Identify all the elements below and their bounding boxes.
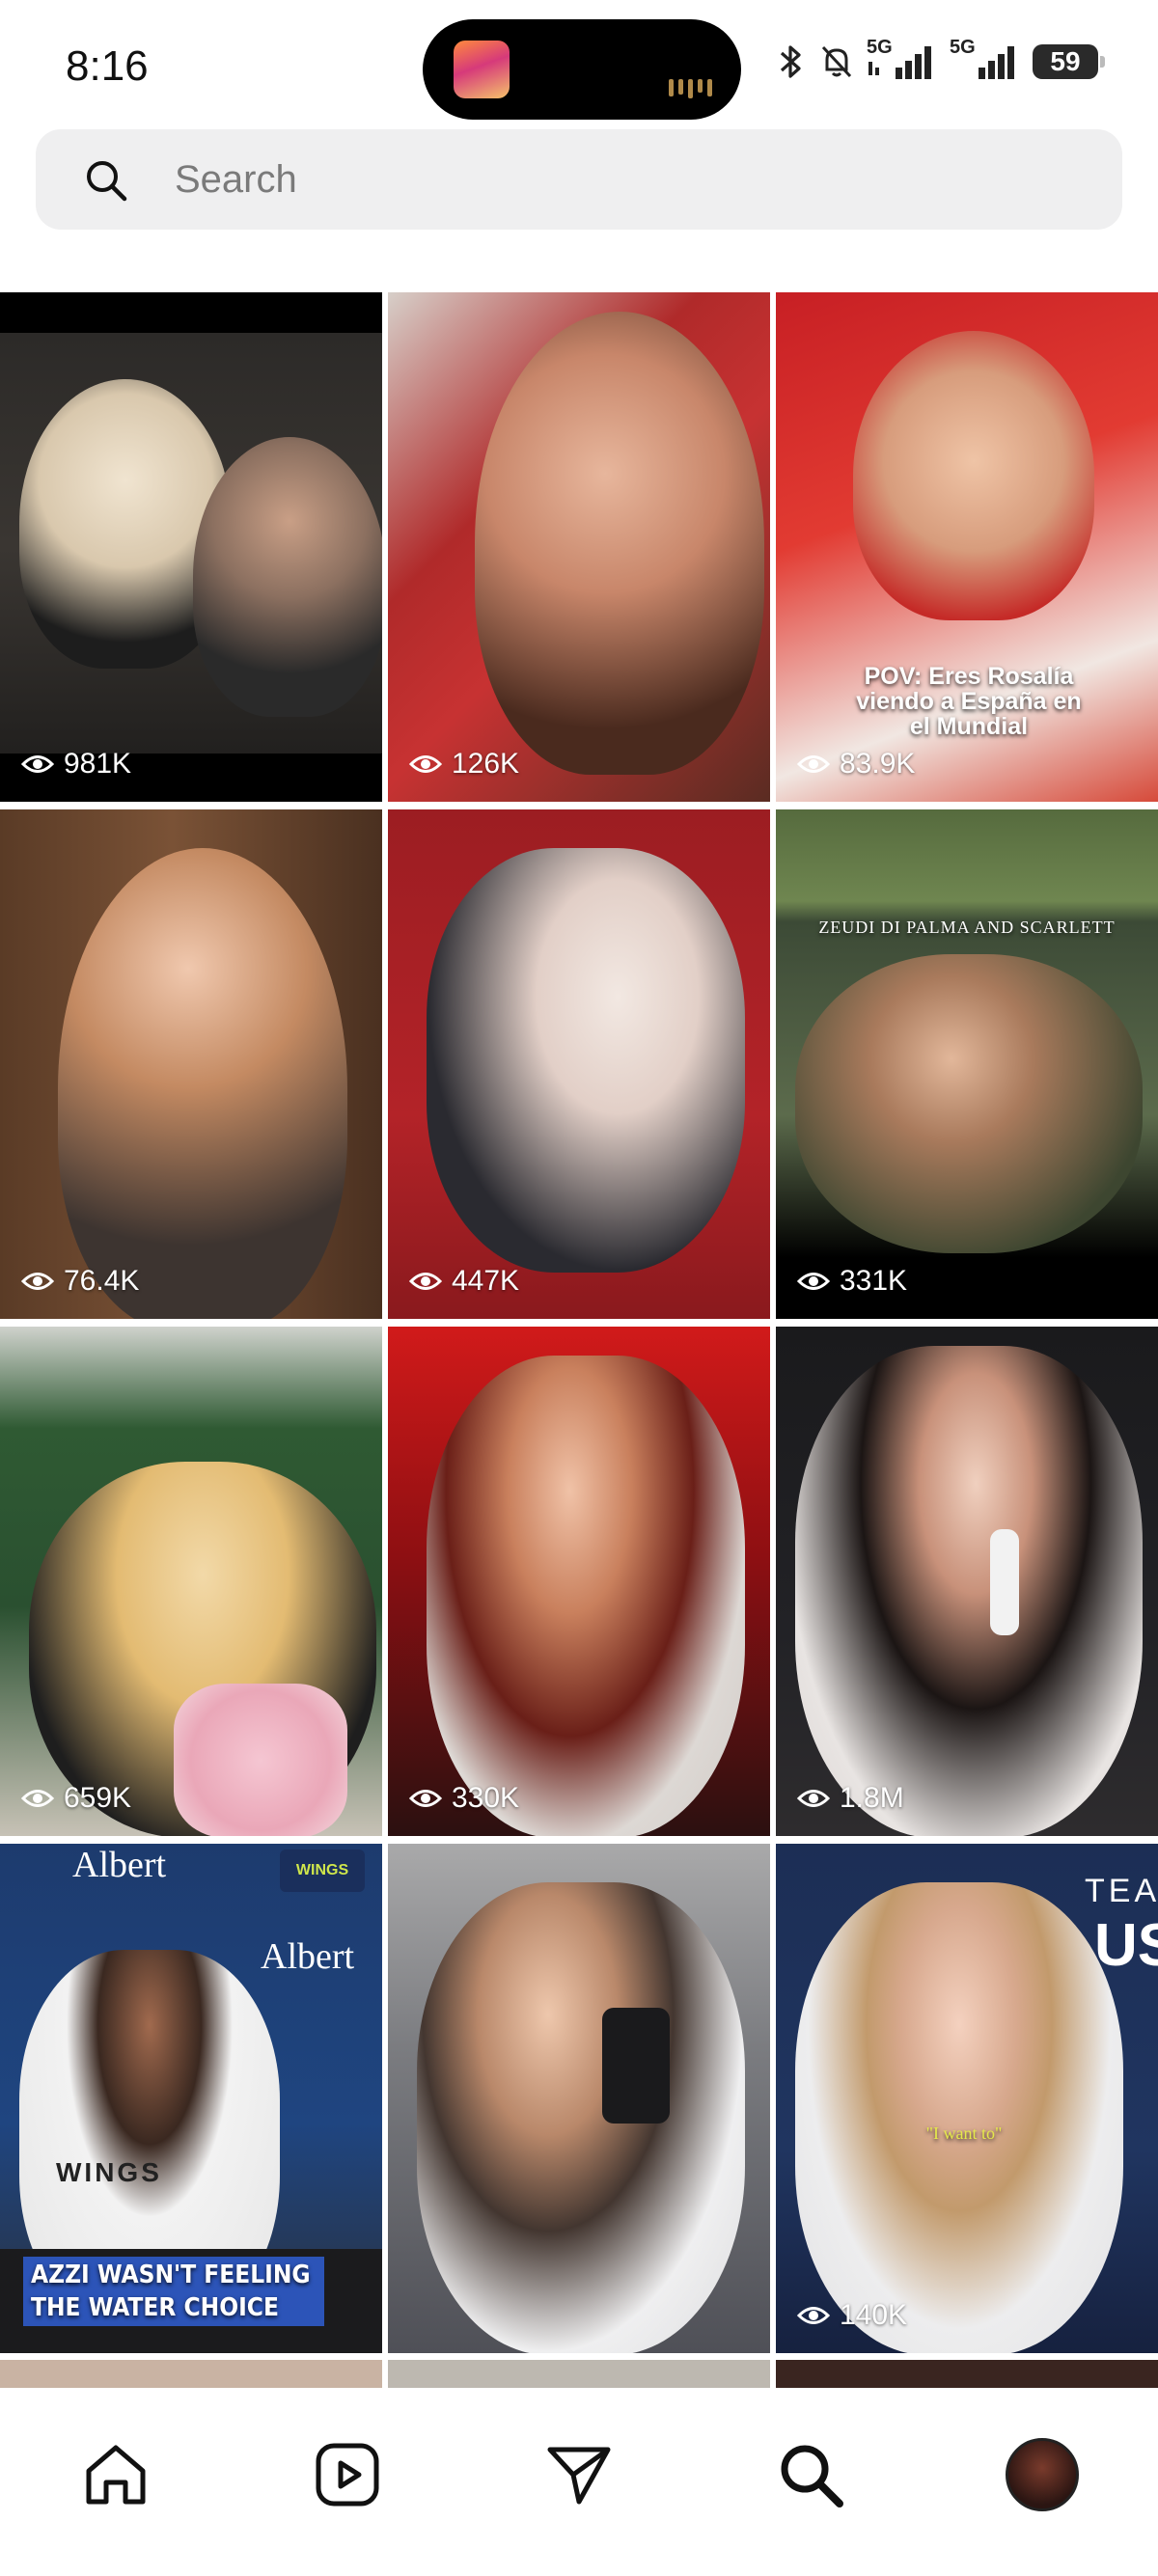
eye-icon <box>797 2307 830 2324</box>
eye-icon <box>797 1790 830 1807</box>
audio-wave-icon <box>669 79 712 98</box>
signal-5g-icon: 5G <box>867 37 938 81</box>
wings-badge: WINGS <box>280 1850 365 1892</box>
send-icon <box>547 2447 611 2505</box>
grid-tile[interactable]: Albert Albert WINGS WINGS AZZI WASN'T FE… <box>0 1844 382 2353</box>
grid-tile[interactable]: POV: Eres Rosalía viendo a España en el … <box>776 292 1158 802</box>
video-caption: POV: Eres Rosalía viendo a España en el … <box>856 663 1082 740</box>
eye-icon <box>21 1273 54 1290</box>
nav-profile[interactable] <box>994 2426 1090 2523</box>
profile-avatar <box>1006 2438 1079 2511</box>
sponsor-sign: Albert <box>261 1936 355 1977</box>
eye-icon <box>21 755 54 773</box>
thumbnail-image <box>853 331 1094 620</box>
status-time: 8:16 <box>66 42 149 90</box>
bluetooth-icon <box>780 45 801 78</box>
view-count: 126K <box>409 748 519 781</box>
sponsor-sign: US <box>1094 1912 1158 1979</box>
thumbnail-image <box>427 848 745 1273</box>
grid-tile-partial[interactable] <box>388 2360 770 2389</box>
jersey-text: WINGS <box>56 2157 162 2187</box>
view-count: 447K <box>409 1265 519 1298</box>
thumbnail-image <box>475 312 764 775</box>
view-count: 76.4K <box>21 1265 139 1298</box>
grid-tile[interactable]: ZEUDI DI PALMA AND SCARLETT 331K <box>776 809 1158 1319</box>
nav-reels[interactable] <box>299 2426 396 2523</box>
bell-muted-icon <box>821 45 852 78</box>
eye-icon <box>797 755 830 773</box>
eye-icon <box>409 1790 442 1807</box>
bottom-nav <box>0 2388 1158 2576</box>
battery-icon: 59 <box>1033 44 1105 79</box>
eye-icon <box>21 1790 54 1807</box>
microphone-image <box>990 1529 1019 1635</box>
video-caption: "I want to" <box>925 2124 1003 2143</box>
grid-tile-partial[interactable] <box>776 2360 1158 2389</box>
explore-screen: 8:16 5G 5G 59 Search 981K 126K POV: Eres… <box>0 0 1158 2576</box>
grid-tile[interactable]: 447K <box>388 809 770 1319</box>
thumbnail-image <box>795 1346 1143 1836</box>
view-count: 981K <box>21 748 131 781</box>
search-icon <box>781 2445 843 2507</box>
grid-tile[interactable]: 330K <box>388 1327 770 1836</box>
grid-tile[interactable]: 659K <box>0 1327 382 1836</box>
nav-home[interactable] <box>68 2426 164 2523</box>
thumbnail-image <box>174 1684 347 1836</box>
grid-tile-partial[interactable] <box>0 2360 382 2389</box>
thumbnail-image <box>58 848 347 1319</box>
search-input[interactable] <box>175 129 1043 230</box>
view-count: 659K <box>21 1782 131 1815</box>
phone-image <box>602 2008 670 2124</box>
video-caption: AZZI WASN'T FEELING THE WATER CHOICE <box>23 2257 324 2326</box>
thumbnail-image <box>427 1356 745 1836</box>
nav-search[interactable] <box>762 2426 859 2523</box>
sponsor-sign: TEA <box>1085 1873 1158 1909</box>
thumbnail-image <box>795 954 1143 1253</box>
eye-icon <box>409 755 442 773</box>
thumbnail-image <box>795 1882 1123 2353</box>
status-bar: 8:16 5G 5G 59 <box>0 0 1158 125</box>
home-icon <box>86 2445 146 2505</box>
status-icons: 5G 5G 59 <box>774 37 1105 81</box>
grid-tile[interactable] <box>388 1844 770 2353</box>
eye-icon <box>797 1273 830 1290</box>
grid-tile[interactable]: 981K <box>0 292 382 802</box>
grid-tile[interactable]: 1.8M <box>776 1327 1158 1836</box>
grid-tile[interactable]: TEA US "I want to" 140K <box>776 1844 1158 2353</box>
view-count: 1.8M <box>797 1782 904 1815</box>
view-count: 331K <box>797 1265 907 1298</box>
signal-5g-icon: 5G <box>950 37 1021 81</box>
dynamic-island[interactable] <box>423 19 741 120</box>
search-icon <box>87 161 127 202</box>
view-count: 330K <box>409 1782 519 1815</box>
now-playing-thumbnail <box>454 41 510 98</box>
view-count: 83.9K <box>797 748 915 781</box>
thumbnail-image <box>193 437 382 717</box>
view-count: 140K <box>797 2299 907 2332</box>
nav-messages[interactable] <box>531 2426 627 2523</box>
search-bar[interactable] <box>36 129 1122 230</box>
grid-tile[interactable]: 76.4K <box>0 809 382 1319</box>
reels-icon <box>316 2443 379 2507</box>
grid-tile[interactable]: 126K <box>388 292 770 802</box>
video-caption: ZEUDI DI PALMA AND SCARLETT <box>818 918 1116 937</box>
sponsor-sign: Albert <box>72 1845 167 1885</box>
thumbnail-image <box>417 1882 745 2353</box>
eye-icon <box>409 1273 442 1290</box>
